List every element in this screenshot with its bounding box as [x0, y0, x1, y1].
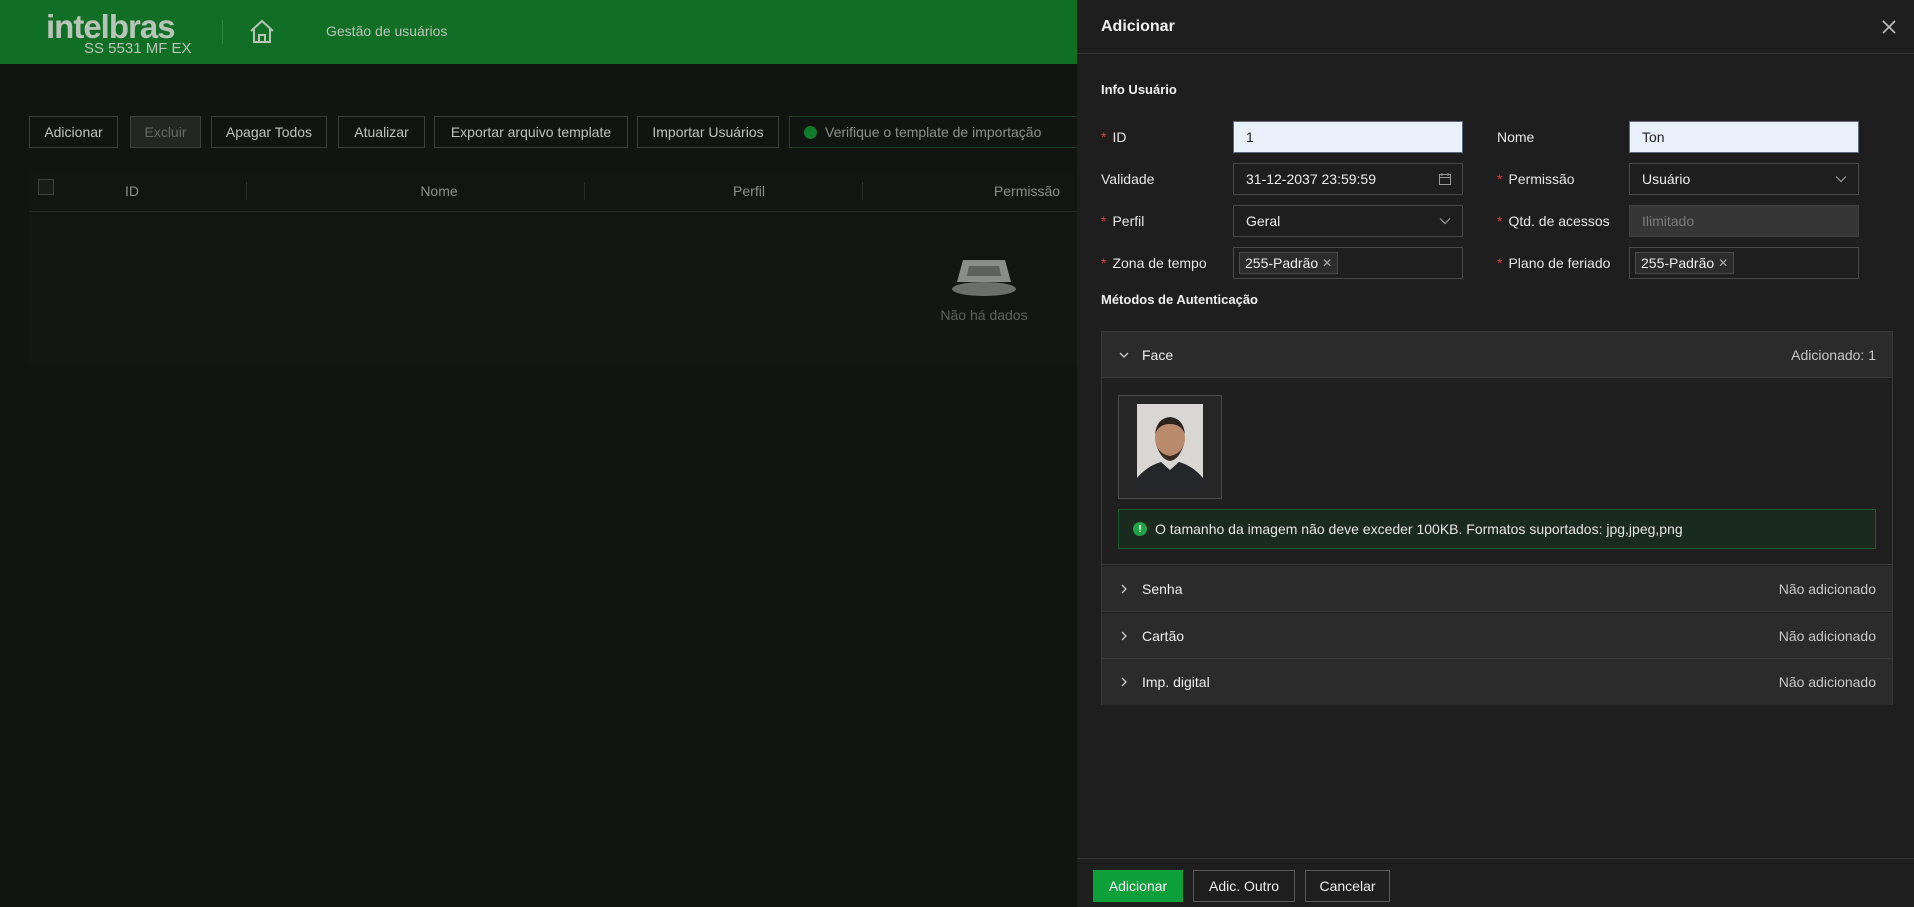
- column-profile[interactable]: Perfil: [669, 170, 829, 212]
- empty-inbox-icon: [952, 260, 1016, 296]
- export-template-button[interactable]: Exportar arquivo template: [434, 116, 628, 148]
- holiday-plan-label: * Plano de feriado: [1497, 255, 1610, 271]
- import-notice-text: Verifique o template de importação: [825, 124, 1042, 140]
- face-photo-thumbnail[interactable]: [1118, 395, 1222, 499]
- home-icon[interactable]: [246, 16, 278, 48]
- time-zone-label: * Zona de tempo: [1101, 255, 1207, 271]
- cancel-button[interactable]: Cancelar: [1305, 870, 1390, 902]
- required-mark: *: [1497, 171, 1503, 187]
- remove-tag-icon[interactable]: ✕: [1322, 256, 1332, 270]
- profile-select[interactable]: Geral: [1233, 205, 1463, 237]
- drawer-header: Adicionar: [1077, 0, 1914, 54]
- validity-value: 31-12-2037 23:59:59: [1246, 171, 1376, 187]
- chevron-right-icon: [1121, 631, 1127, 641]
- accordion-fingerprint[interactable]: Imp. digital Não adicionado: [1102, 659, 1892, 705]
- accordion-face-status: Adicionado: 1: [1791, 347, 1876, 363]
- holiday-plan-tag-label: 255-Padrão: [1641, 255, 1715, 271]
- user-face-photo: [1137, 404, 1203, 492]
- time-zone-tag[interactable]: 255-Padrão ✕: [1239, 252, 1339, 274]
- validity-label: Validade: [1101, 171, 1155, 187]
- chevron-right-icon: [1121, 584, 1127, 594]
- confirm-add-button[interactable]: Adicionar: [1093, 870, 1183, 902]
- validity-datepicker[interactable]: 31-12-2037 23:59:59: [1233, 163, 1463, 195]
- auth-methods-accordion: Face Adicionado: 1 ! O tamanho da imagem…: [1101, 331, 1893, 705]
- column-divider: [246, 182, 247, 200]
- delete-button[interactable]: Excluir: [130, 116, 201, 148]
- holiday-plan-multiselect[interactable]: 255-Padrão ✕: [1629, 247, 1859, 279]
- accordion-card[interactable]: Cartão Não adicionado: [1102, 613, 1892, 659]
- id-input[interactable]: 1: [1233, 121, 1463, 153]
- add-user-button[interactable]: Adicionar: [29, 116, 118, 148]
- add-user-drawer: Adicionar Info Usuário * ID 1 Nome Ton Va…: [1077, 0, 1914, 907]
- column-id[interactable]: ID: [92, 170, 172, 212]
- permission-label: * Permissão: [1497, 171, 1575, 187]
- device-model: SS 5531 MF EX: [84, 40, 192, 57]
- info-icon: !: [1133, 522, 1147, 536]
- table-header: ID Nome Perfil Permissão: [29, 170, 1089, 212]
- empty-text: Não há dados: [940, 307, 1028, 323]
- id-label-text: ID: [1112, 129, 1127, 145]
- time-zone-tag-label: 255-Padrão: [1245, 255, 1319, 271]
- info-icon: [804, 125, 817, 139]
- drawer-footer: Adicionar Adic. Outro Cancelar: [1077, 858, 1914, 907]
- chevron-right-icon: [1121, 677, 1127, 687]
- required-mark: *: [1497, 255, 1503, 271]
- header-divider: [222, 20, 223, 44]
- accordion-password[interactable]: Senha Não adicionado: [1102, 566, 1892, 612]
- accordion-fingerprint-label: Imp. digital: [1142, 674, 1210, 690]
- permission-value: Usuário: [1642, 171, 1691, 187]
- permission-label-text: Permissão: [1508, 171, 1575, 187]
- user-info-title: Info Usuário: [1101, 82, 1177, 97]
- accordion-card-label: Cartão: [1142, 628, 1185, 644]
- auth-methods-title: Métodos de Autenticação: [1101, 292, 1258, 307]
- users-table: ID Nome Perfil Permissão Não há dados: [29, 170, 1089, 363]
- column-name[interactable]: Nome: [359, 170, 519, 212]
- profile-value: Geral: [1246, 213, 1281, 229]
- name-input[interactable]: Ton: [1629, 121, 1859, 153]
- profile-label: * Perfil: [1101, 213, 1144, 229]
- face-upload-info-text: O tamanho da imagem não deve exceder 100…: [1155, 521, 1683, 537]
- chevron-down-icon: [1835, 176, 1847, 183]
- accordion-password-status: Não adicionado: [1778, 581, 1876, 597]
- calendar-icon: [1439, 173, 1451, 185]
- id-label: * ID: [1101, 129, 1126, 145]
- access-count-label: * Qtd. de acessos: [1497, 213, 1610, 229]
- column-divider: [584, 182, 585, 200]
- refresh-button[interactable]: Atualizar: [338, 116, 425, 148]
- breadcrumb[interactable]: Gestão de usuários: [326, 23, 447, 39]
- permission-select[interactable]: Usuário: [1629, 163, 1859, 195]
- chevron-down-icon: [1439, 218, 1451, 225]
- name-label: Nome: [1497, 129, 1535, 145]
- select-all-checkbox[interactable]: [38, 179, 54, 195]
- required-mark: *: [1101, 213, 1107, 229]
- chevron-down-icon: [1119, 352, 1129, 358]
- time-zone-multiselect[interactable]: 255-Padrão ✕: [1233, 247, 1463, 279]
- holiday-plan-label-text: Plano de feriado: [1508, 255, 1611, 271]
- access-count-label-text: Qtd. de acessos: [1508, 213, 1610, 229]
- intelbras-logo: intelbras SS 5531 MF EX: [46, 8, 196, 57]
- import-notice: Verifique o template de importação: [789, 116, 1109, 148]
- profile-label-text: Perfil: [1112, 213, 1145, 229]
- drawer-title: Adicionar: [1101, 18, 1175, 35]
- import-users-button[interactable]: Importar Usuários: [637, 116, 779, 148]
- remove-tag-icon[interactable]: ✕: [1718, 256, 1728, 270]
- face-panel: ! O tamanho da imagem não deve exceder 1…: [1102, 379, 1892, 565]
- accordion-card-status: Não adicionado: [1778, 628, 1876, 644]
- holiday-plan-tag[interactable]: 255-Padrão ✕: [1635, 252, 1735, 274]
- required-mark: *: [1101, 255, 1107, 271]
- access-count-input[interactable]: Ilimitado: [1629, 205, 1859, 237]
- required-mark: *: [1101, 129, 1107, 145]
- add-another-button[interactable]: Adic. Outro: [1193, 870, 1295, 902]
- accordion-face[interactable]: Face Adicionado: 1: [1102, 332, 1892, 378]
- column-divider: [862, 182, 863, 200]
- empty-state: Não há dados: [909, 252, 1059, 323]
- time-zone-label-text: Zona de tempo: [1112, 255, 1207, 271]
- close-icon[interactable]: [1878, 16, 1900, 38]
- required-mark: *: [1497, 213, 1503, 229]
- accordion-password-label: Senha: [1142, 581, 1183, 597]
- clear-all-button[interactable]: Apagar Todos: [211, 116, 327, 148]
- face-upload-info: ! O tamanho da imagem não deve exceder 1…: [1118, 509, 1876, 549]
- accordion-fingerprint-status: Não adicionado: [1778, 674, 1876, 690]
- accordion-face-label: Face: [1142, 347, 1174, 363]
